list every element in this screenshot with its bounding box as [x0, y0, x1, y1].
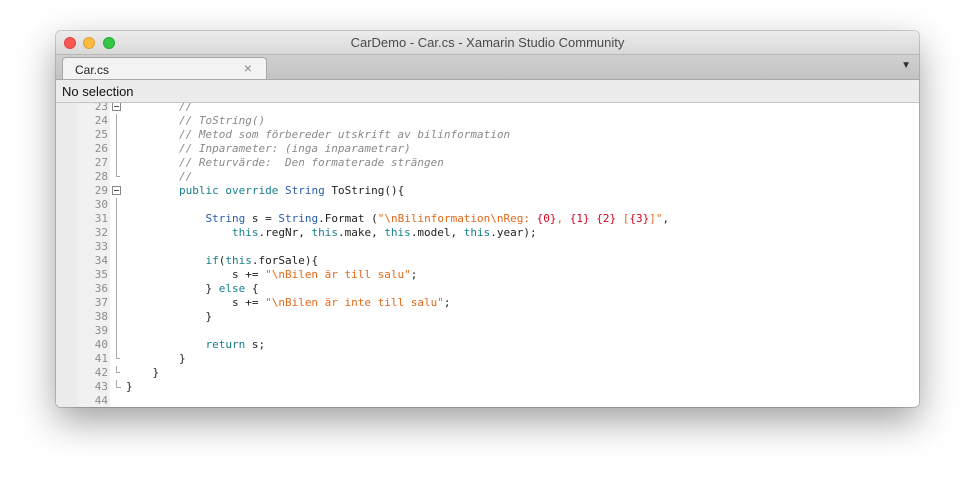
code-line[interactable]: 35 s += "\nBilen är till salu";: [56, 268, 919, 282]
fold-toggle-icon[interactable]: [112, 103, 121, 111]
line-number: 25: [94, 128, 108, 141]
title-bar[interactable]: CarDemo - Car.cs - Xamarin Studio Commun…: [56, 31, 919, 55]
fold-guide: [112, 366, 121, 377]
code-line[interactable]: 42 }: [56, 366, 919, 380]
line-number: 26: [94, 142, 108, 155]
code-text[interactable]: this.regNr, this.make, this.model, this.…: [126, 226, 537, 240]
line-number: 29: [94, 184, 108, 197]
fold-guide: [112, 212, 121, 226]
code-line[interactable]: 25 // Metod som förbereder utskrift av b…: [56, 128, 919, 142]
code-line[interactable]: 30: [56, 198, 919, 212]
line-number: 32: [94, 226, 108, 239]
line-number: 23: [94, 103, 108, 113]
code-line[interactable]: 27 // Returvärde: Den formaterade sträng…: [56, 156, 919, 170]
fold-guide: [112, 226, 121, 240]
line-number: 30: [94, 198, 108, 211]
fold-guide: [112, 310, 121, 324]
code-line[interactable]: 29 public override String ToString(){: [56, 184, 919, 198]
document-tab-bar: Car.cs × ▼: [56, 55, 919, 80]
line-number: 24: [94, 114, 108, 127]
path-bar-selection[interactable]: No selection: [62, 84, 134, 99]
fold-guide: [112, 268, 121, 282]
code-line[interactable]: 28 //: [56, 170, 919, 184]
line-number: 43: [94, 380, 108, 393]
fold-guide: [112, 114, 121, 128]
line-number: 34: [94, 254, 108, 267]
code-line[interactable]: 23 //: [56, 103, 919, 114]
code-text[interactable]: // ToString(): [126, 114, 265, 128]
line-number: 39: [94, 324, 108, 337]
fold-guide: [112, 352, 121, 363]
line-number: 41: [94, 352, 108, 365]
code-line[interactable]: 34 if(this.forSale){: [56, 254, 919, 268]
line-number: 36: [94, 282, 108, 295]
fold-guide: [112, 380, 121, 391]
fold-guide: [112, 338, 121, 352]
tab-car-cs[interactable]: Car.cs ×: [62, 57, 267, 79]
line-number: 31: [94, 212, 108, 225]
code-line[interactable]: 39: [56, 324, 919, 338]
fold-guide: [112, 324, 121, 338]
fold-guide: [112, 142, 121, 156]
tab-list-dropdown-icon[interactable]: ▼: [901, 60, 911, 71]
code-text[interactable]: s += "\nBilen är till salu";: [126, 268, 417, 282]
code-line[interactable]: 37 s += "\nBilen är inte till salu";: [56, 296, 919, 310]
code-line[interactable]: 41 }: [56, 352, 919, 366]
code-line[interactable]: 38 }: [56, 310, 919, 324]
tab-close-icon[interactable]: ×: [244, 60, 252, 76]
tab-label: Car.cs: [75, 63, 110, 77]
fold-guide: [112, 198, 121, 212]
code-line[interactable]: 36 } else {: [56, 282, 919, 296]
code-text[interactable]: }: [126, 380, 133, 394]
code-line[interactable]: 44: [56, 394, 919, 407]
fold-guide: [112, 156, 121, 170]
line-number: 28: [94, 170, 108, 183]
code-text[interactable]: if(this.forSale){: [126, 254, 318, 268]
code-line[interactable]: 26 // Inparameter: (inga inparametrar): [56, 142, 919, 156]
line-number: 38: [94, 310, 108, 323]
line-number: 27: [94, 156, 108, 169]
code-text[interactable]: // Inparameter: (inga inparametrar): [126, 142, 411, 156]
fold-guide: [112, 296, 121, 310]
fold-guide: [112, 282, 121, 296]
code-text[interactable]: public override String ToString(){: [126, 184, 404, 198]
code-line[interactable]: 40 return s;: [56, 338, 919, 352]
code-text[interactable]: }: [126, 310, 212, 324]
fold-guide: [112, 240, 121, 254]
code-line[interactable]: 33: [56, 240, 919, 254]
fold-guide: [112, 254, 121, 268]
code-text[interactable]: // Metod som förbereder utskrift av bili…: [126, 128, 510, 142]
line-number: 44: [94, 394, 108, 407]
code-editor[interactable]: 23 //24 // ToString() 25 // Metod som för…: [56, 103, 919, 407]
window-title: CarDemo - Car.cs - Xamarin Studio Commun…: [350, 35, 625, 50]
code-text[interactable]: s += "\nBilen är inte till salu";: [126, 296, 451, 310]
fold-guide: [112, 170, 121, 181]
line-number: 37: [94, 296, 108, 309]
code-text[interactable]: String s = String.Format ("\nBilinformat…: [126, 212, 669, 226]
path-bar[interactable]: No selection: [56, 80, 919, 103]
code-line[interactable]: 43}: [56, 380, 919, 394]
code-text[interactable]: //: [126, 103, 192, 114]
fold-guide: [112, 128, 121, 142]
ide-window: CarDemo - Car.cs - Xamarin Studio Commun…: [56, 31, 919, 407]
code-text[interactable]: return s;: [126, 338, 265, 352]
line-number: 33: [94, 240, 108, 253]
line-number: 42: [94, 366, 108, 379]
line-number: 35: [94, 268, 108, 281]
code-text[interactable]: // Returvärde: Den formaterade strängen: [126, 156, 444, 170]
code-line[interactable]: 32 this.regNr, this.make, this.model, th…: [56, 226, 919, 240]
line-number: 40: [94, 338, 108, 351]
fold-toggle-icon[interactable]: [112, 186, 121, 195]
code-text[interactable]: } else {: [126, 282, 258, 296]
code-line[interactable]: 31 String s = String.Format ("\nBilinfor…: [56, 212, 919, 226]
code-text[interactable]: }: [126, 366, 159, 380]
code-text[interactable]: }: [126, 352, 186, 366]
code-line[interactable]: 24 // ToString(): [56, 114, 919, 128]
code-text[interactable]: //: [126, 170, 192, 184]
